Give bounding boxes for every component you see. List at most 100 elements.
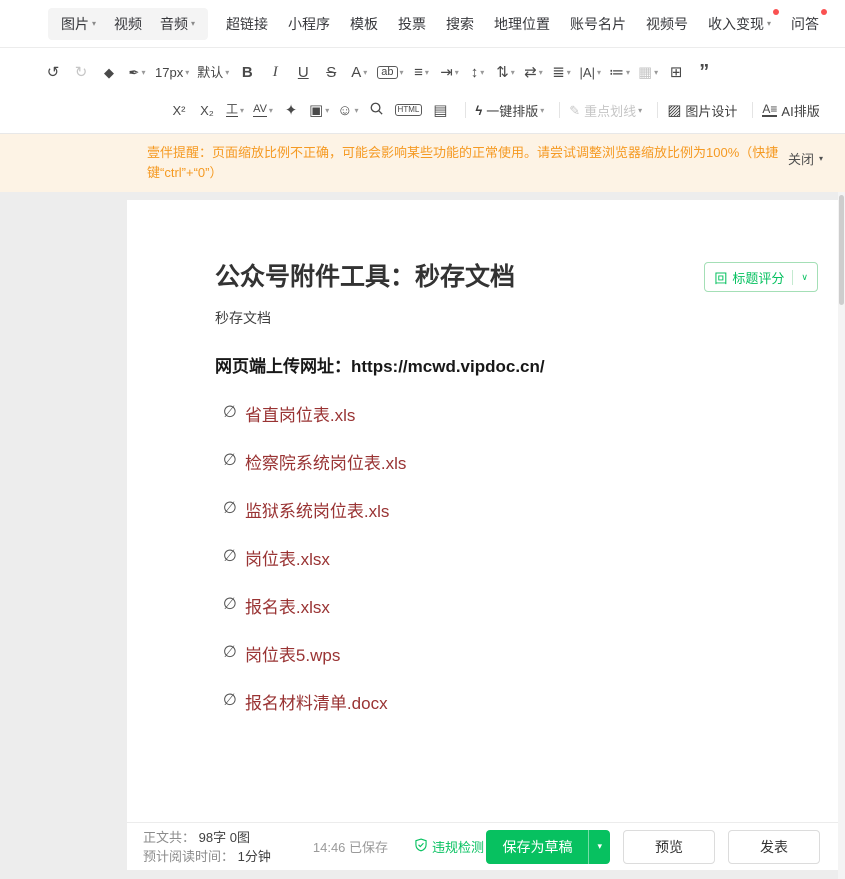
document-body: 公众号附件工具：秒存文档 回 标题评分 ∨ 秒存文档 网页端上传网址：https… [127,200,838,725]
letter-spacing-icon: ⇄ [524,63,537,81]
quote-button[interactable]: ” [693,59,715,85]
upload-url-line[interactable]: 网页端上传网址：https://mcwd.vipdoc.cn/ [215,352,748,377]
menubar-item-search[interactable]: 搜索 [446,14,474,34]
chevron-down-icon: ▾ [540,105,545,115]
ai-layout-button[interactable]: A≡ AI排版 [761,97,820,123]
menubar-item-template[interactable]: 模板 [350,14,378,34]
menubar-item-vote[interactable]: 投票 [398,14,426,34]
attachment-name: 检察院系统岗位表.xls [244,453,407,473]
superscript-button[interactable]: X² [168,97,190,123]
font-family-select[interactable]: 默认 ▾ [196,59,230,85]
html-source-button[interactable]: HTML [394,97,424,123]
key-underline-label: 重点划线 [584,103,637,119]
format-painter-button[interactable]: ◆ [98,59,120,85]
letter-spacing-button[interactable]: ⇄ ▾ [523,59,545,85]
attachment-icon: ∅ [223,692,237,709]
image-design-button[interactable]: ▨ 图片设计 [666,97,738,123]
font-color-icon: A [351,63,362,81]
bold-button[interactable]: B [236,59,258,85]
font-size-select[interactable]: 17px ▾ [154,59,190,85]
pinyin-button[interactable]: 工 ▾ [224,97,246,123]
subscript-button[interactable]: X₂ [196,97,218,123]
warning-close-button[interactable]: 关闭 ▾ [788,149,823,168]
highlight-color-button[interactable]: ab ▾ [376,59,404,85]
chevron-down-icon: ▾ [566,67,571,77]
line-height-button[interactable]: ↕ ▾ [467,59,489,85]
find-replace-button[interactable] [366,97,388,123]
magic-format-button[interactable]: ✦ [280,97,302,123]
vertical-scrollbar[interactable] [838,192,845,879]
media-menu-group: 图片 ▾ 视频 音频 ▾ [48,7,209,40]
attachment-link[interactable]: ∅ 岗位表5.wps [223,629,748,677]
clear-format-button[interactable]: ✒ ▾ [126,59,148,85]
chevron-down-icon: ▾ [185,67,190,77]
list-button[interactable]: ≣ ▾ [551,59,573,85]
text-border-button[interactable]: AV ▾ [252,97,274,123]
compliance-check-label: 违规检测 [432,840,485,855]
menu-label: 小程序 [288,15,331,32]
publish-button[interactable]: 发表 [728,829,820,864]
menu-label: 超链接 [226,15,269,32]
chevron-down-icon: ▾ [225,67,230,77]
menubar-item-miniprogram[interactable]: 小程序 [288,14,330,34]
chevron-down-icon: ▾ [325,105,330,115]
bold-icon: B [241,63,253,81]
menubar-item-image[interactable]: 图片 ▾ [52,14,105,34]
menubar-item-location[interactable]: 地理位置 [494,14,550,34]
table-button[interactable]: ⊞ [665,59,687,85]
word-count-value: 98字 0图 [198,829,250,845]
article-title[interactable]: 公众号附件工具：秒存文档 [215,260,748,294]
redo-button[interactable]: ↻ [70,59,92,85]
format-painter-icon: ◆ [104,64,114,80]
chevron-down-icon: ▾ [399,67,404,77]
ordered-list-icon: ≔ [608,63,624,81]
underline-button[interactable]: U [292,59,314,85]
font-color-button[interactable]: A ▾ [348,59,370,85]
ai-layout-label: AI排版 [781,103,820,119]
save-draft-dropdown[interactable]: ▾ [588,829,610,864]
warning-text: 壹伴提醒：页面缩放比例不正确，可能会影响某些功能的正常使用。请尝试调整浏览器缩放… [147,143,779,183]
clear-format-icon: ✒ [128,64,140,80]
image-tool-button[interactable]: ▣ ▾ [308,97,330,123]
one-click-layout-button[interactable]: ϟ 一键排版 ▾ [474,97,545,123]
material-box-button[interactable]: ▤ [429,97,451,123]
one-click-layout-label: 一键排版 [486,103,539,119]
menubar-item-account-card[interactable]: 账号名片 [570,14,626,34]
insert-object-button[interactable]: ▦ ▾ [637,59,659,85]
attachment-link[interactable]: ∅ 检察院系统岗位表.xls [223,437,748,485]
attachment-link[interactable]: ∅ 岗位表.xlsx [223,533,748,581]
scrollbar-thumb[interactable] [839,195,844,305]
align-button[interactable]: ≡ ▾ [411,59,433,85]
ordered-list-button[interactable]: ≔ ▾ [608,59,631,85]
attachment-link[interactable]: ∅ 报名材料清单.docx [223,677,748,725]
compliance-check-button[interactable]: 违规检测 [414,837,484,856]
key-underline-button[interactable]: ✎ 重点划线 ▾ [568,97,643,123]
menu-label: 问答 [791,15,820,32]
undo-button[interactable]: ↺ [42,59,64,85]
button-divider [792,269,794,285]
attachment-link[interactable]: ∅ 监狱系统岗位表.xls [223,485,748,533]
save-draft-button[interactable]: 保存为草稿 ▾ [486,829,610,864]
chevron-down-icon: ▾ [480,67,485,77]
search-icon [369,101,384,119]
strikethrough-button[interactable]: S [320,59,342,85]
italic-button[interactable]: I [264,59,286,85]
menubar-item-qa[interactable]: 问答 [791,8,828,34]
emoji-button[interactable]: ☺ ▾ [336,97,359,123]
attachment-link[interactable]: ∅ 报名表.xlsx [223,581,748,629]
indent-button[interactable]: ⇥ ▾ [439,59,461,85]
menubar-item-hyperlink[interactable]: 超链接 [226,14,268,34]
score-icon: 回 [714,270,728,286]
warning-prefix: 壹伴提醒： [147,145,213,160]
attachment-link[interactable]: ∅ 省直岗位表.xls [223,389,748,437]
menubar-item-channels[interactable]: 视频号 [646,14,688,34]
menubar-item-video[interactable]: 视频 [105,14,151,34]
menubar-item-audio[interactable]: 音频 ▾ [151,14,204,34]
text-width-button[interactable]: |A| ▾ [579,59,602,85]
warning-message: 页面缩放比例不正确，可能会影响某些功能的正常使用。请尝试调整浏览器缩放比例为10… [147,145,779,180]
paragraph-spacing-button[interactable]: ⇅ ▾ [495,59,517,85]
title-score-button[interactable]: 回 标题评分 ∨ [704,262,818,292]
author-field[interactable]: 秒存文档 [215,308,748,328]
preview-button[interactable]: 预览 [623,829,715,864]
menubar-item-monetize[interactable]: 收入变现 ▾ [708,8,780,34]
